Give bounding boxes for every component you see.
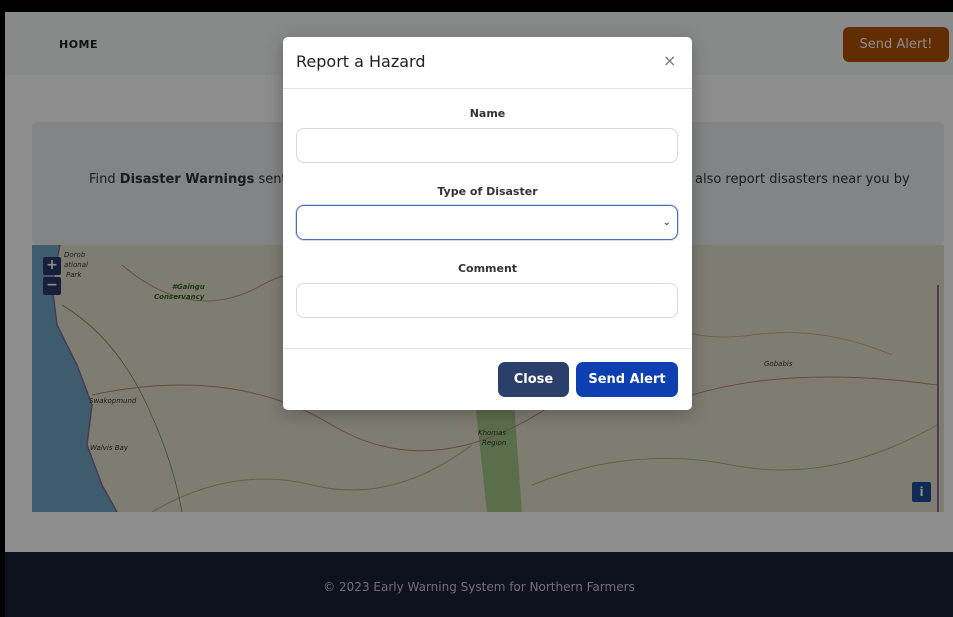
type-of-disaster-select[interactable]: ⌄	[296, 205, 678, 240]
send-alert-button[interactable]: Send Alert	[576, 362, 678, 397]
name-label: Name	[469, 107, 506, 120]
modal-header: Report a Hazard ×	[283, 37, 692, 89]
type-of-disaster-label: Type of Disaster	[437, 185, 538, 198]
modal-footer-divider	[283, 348, 692, 349]
chevron-down-icon: ⌄	[662, 217, 671, 228]
close-icon[interactable]: ×	[663, 51, 676, 70]
browser-viewport: HOME Send Alert! Find Disaster Warnings …	[5, 12, 953, 617]
name-input[interactable]	[296, 128, 678, 163]
comment-label: Comment	[457, 262, 518, 275]
modal-title: Report a Hazard	[296, 52, 426, 71]
close-button[interactable]: Close	[498, 362, 569, 397]
report-hazard-modal: Report a Hazard × Name Type of Disaster …	[283, 37, 692, 410]
comment-input[interactable]	[296, 283, 678, 318]
